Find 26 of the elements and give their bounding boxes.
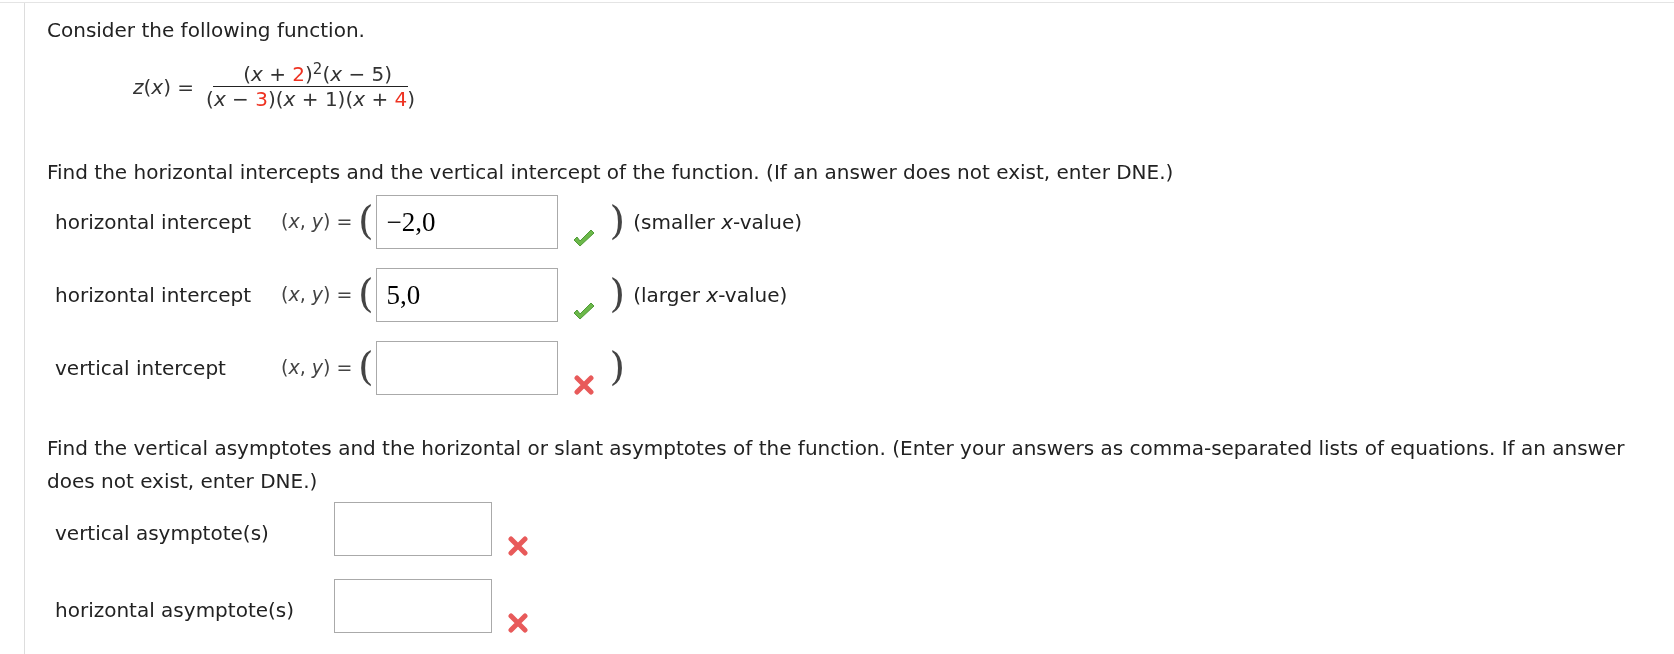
answer-field[interactable] [334,579,492,633]
parenthesis: ) [609,197,626,243]
answer-label: vertical asymptote(s) [54,520,270,547]
question-text: Find the vertical asymptotes and the horizontal or slant asymptotes of the function. (Enter your answers as comma-separated lists of equations. If an answer does not exist, enter DNE.) [47,435,1626,495]
function-name: z(x) = [133,74,195,101]
answer-label: horizontal intercept [54,209,253,236]
coordinate-label: (x, y) = [281,282,354,307]
parenthesis: ( [358,270,374,316]
parenthesis: ( [358,197,374,243]
parenthesis: ) [609,270,626,316]
parenthesis: ( [358,343,374,389]
answer-label: vertical intercept [54,355,227,382]
fraction: (x + 2)$^{2}$(x − 5) (x − 3)(x + 1)(x + 4) [206,63,416,111]
answer-label: horizontal asymptote(s) [54,597,296,624]
answer-field[interactable] [334,502,492,556]
question-text: Find the horizontal intercepts and the vertical intercept of the function. (If an answer does not exist, enter DNE.) [47,159,1175,186]
answer-field[interactable] [375,341,558,395]
intro-text: Consider the following function. [47,17,366,44]
answer-field[interactable]: −2,0 [375,195,558,249]
hint-text: (smaller x-value) [632,209,803,236]
coordinate-label: (x, y) = [281,355,354,380]
coordinate-label: (x, y) = [281,209,354,234]
hint-text: (larger x-value) [632,282,788,309]
answer-field[interactable]: 5,0 [375,268,558,322]
answer-label: horizontal intercept [54,282,253,309]
parenthesis: ) [609,343,626,389]
